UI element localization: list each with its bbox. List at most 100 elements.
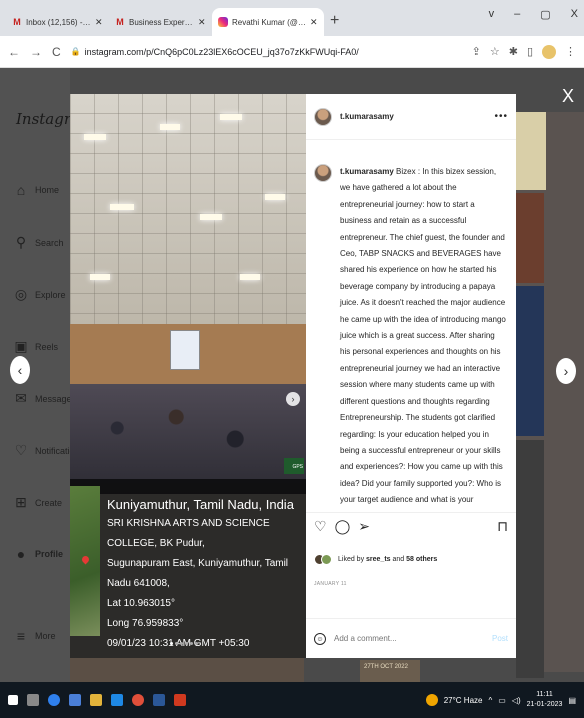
caption-username[interactable]: t.kumarasamy bbox=[340, 167, 394, 176]
volume-icon[interactable]: ◁) bbox=[512, 696, 521, 705]
close-modal-button[interactable]: X bbox=[562, 86, 574, 107]
heart-icon: ♡ bbox=[14, 442, 28, 458]
previous-post-button[interactable]: ‹ bbox=[10, 356, 30, 384]
back-arrow-icon[interactable]: ← bbox=[8, 45, 20, 59]
bookmark-star-icon[interactable]: ☆ bbox=[490, 45, 500, 58]
comment-input[interactable] bbox=[334, 634, 484, 643]
photo-ceiling-light bbox=[265, 194, 285, 200]
post-detail-panel: t.kumarasamy ••• t.kumarasamy Bizex : In… bbox=[306, 94, 516, 658]
store-icon[interactable] bbox=[111, 694, 123, 706]
file-explorer-icon[interactable] bbox=[90, 694, 102, 706]
reels-icon: ▣ bbox=[14, 338, 28, 354]
chrome-browser-icon[interactable] bbox=[132, 694, 144, 706]
browser-tab-instagram[interactable]: Revathi Kumar (@t.kumarasamy) ✕ bbox=[212, 8, 324, 36]
tab-close-icon[interactable]: ✕ bbox=[310, 17, 318, 28]
word-icon[interactable] bbox=[153, 694, 165, 706]
sidebar-item-messages[interactable]: ✉ Messages bbox=[14, 390, 76, 407]
sidebar-item-search[interactable]: ⚲ Search bbox=[14, 234, 64, 251]
sidebar-item-explore[interactable]: ◎ Explore bbox=[14, 286, 66, 303]
taskbar-apps bbox=[8, 694, 186, 706]
maximize-button[interactable]: ▢ bbox=[540, 8, 550, 21]
avatar-icon: ● bbox=[16, 546, 26, 562]
next-post-button[interactable]: › bbox=[556, 358, 576, 384]
photo-audience bbox=[70, 384, 306, 494]
likes-prefix: Liked by bbox=[338, 556, 367, 563]
new-tab-button[interactable]: + bbox=[330, 12, 339, 30]
window-controls: v – ▢ X bbox=[489, 8, 578, 21]
windows-start-icon[interactable] bbox=[8, 695, 18, 705]
weather-icon[interactable] bbox=[425, 694, 438, 706]
pdf-reader-icon[interactable] bbox=[174, 694, 186, 706]
forward-arrow-icon[interactable]: → bbox=[30, 45, 42, 59]
more-options-icon[interactable]: ••• bbox=[494, 111, 508, 122]
reload-icon[interactable]: C bbox=[52, 45, 61, 59]
emoji-icon[interactable]: ☺ bbox=[314, 632, 326, 645]
messenger-icon: ✉ bbox=[15, 390, 27, 406]
weather-text[interactable]: 27°C Haze bbox=[444, 696, 483, 705]
home-icon: ⌂ bbox=[16, 182, 26, 198]
tab-label: Inbox (12,156) - kumarasamyt@ bbox=[26, 17, 91, 27]
share-send-icon[interactable]: ➢ bbox=[358, 518, 370, 535]
browser-tab-business-talk[interactable]: M Business Experience Talk Series I ✕ bbox=[109, 8, 212, 36]
extensions-icon[interactable]: ✱ bbox=[509, 45, 518, 58]
browser-tab-inbox[interactable]: M Inbox (12,156) - kumarasamyt@ ✕ bbox=[6, 8, 109, 36]
close-window-button[interactable]: X bbox=[571, 8, 578, 21]
profile-avatar-icon[interactable] bbox=[542, 44, 556, 59]
tab-close-icon[interactable]: ✕ bbox=[198, 17, 206, 28]
photo-ceiling-light bbox=[160, 124, 180, 130]
hamburger-icon: ≡ bbox=[16, 628, 26, 644]
plus-square-icon: ⊞ bbox=[15, 494, 27, 510]
likes-text: Liked by sree_ts and 58 others bbox=[338, 556, 437, 563]
sidebar-item-profile[interactable]: ● Profile bbox=[14, 546, 63, 562]
sidebar-item-label: Profile bbox=[35, 549, 64, 559]
sidebar-item-more[interactable]: ≡ More bbox=[14, 628, 56, 644]
app-icon[interactable] bbox=[69, 694, 81, 706]
save-bookmark-icon[interactable]: ⊓ bbox=[497, 518, 508, 535]
caption-text: Bizex : In this bizex session, we have g… bbox=[340, 167, 506, 505]
edge-browser-icon[interactable] bbox=[48, 694, 60, 706]
network-icon[interactable]: ▭ bbox=[498, 696, 506, 705]
gps-map-camera-badge: GPS bbox=[284, 458, 304, 474]
tray-chevron-icon[interactable]: ^ bbox=[488, 696, 492, 705]
liked-by-user[interactable]: sree_ts bbox=[366, 556, 391, 563]
caption-author-avatar[interactable] bbox=[314, 164, 332, 182]
sidebar-item-label: Explore bbox=[35, 289, 66, 300]
tab-search-button[interactable]: v bbox=[489, 8, 495, 21]
author-username[interactable]: t.kumarasamy bbox=[340, 112, 486, 121]
carousel-dot bbox=[185, 642, 188, 645]
background-post-thumbnail bbox=[516, 286, 544, 436]
post-photo[interactable]: › GPS Kuniyamuthur, Tamil Nadu, India SR… bbox=[70, 94, 306, 658]
post-caption: t.kumarasamy Bizex : In this bizex sessi… bbox=[340, 164, 506, 505]
likes-count[interactable]: 58 others bbox=[406, 556, 437, 563]
browser-tab-bar: M Inbox (12,156) - kumarasamyt@ ✕ M Busi… bbox=[0, 0, 584, 36]
background-post-thumbnail bbox=[516, 440, 544, 678]
like-heart-icon[interactable]: ♡ bbox=[314, 518, 327, 535]
sidebar-item-label: Reels bbox=[35, 341, 59, 352]
sidebar-item-reels[interactable]: ▣ Reels bbox=[14, 338, 58, 355]
share-icon[interactable]: ⇪ bbox=[472, 45, 481, 58]
instagram-icon bbox=[218, 17, 228, 27]
notification-center-icon[interactable]: ▤ bbox=[568, 696, 576, 705]
post-comment-button[interactable]: Post bbox=[492, 634, 508, 643]
system-clock[interactable]: 11:11 21-01-2023 bbox=[527, 690, 563, 710]
gps-overlay-text: Kuniyamuthur, Tamil Nadu, India SRI KRIS… bbox=[107, 496, 306, 654]
task-view-icon[interactable] bbox=[27, 694, 39, 706]
instagram-page: Instagram ⌂ Home ⚲ Search ◎ Explore ▣ Re… bbox=[0, 68, 584, 682]
likes-summary: Liked by sree_ts and 58 others bbox=[314, 554, 437, 565]
sidebar-item-home[interactable]: ⌂ Home bbox=[14, 182, 59, 198]
tab-close-icon[interactable]: ✕ bbox=[95, 17, 103, 28]
sidepanel-icon[interactable]: ▯ bbox=[527, 45, 533, 58]
photo-ceiling-grid bbox=[70, 94, 306, 324]
comment-box: ☺ Post bbox=[306, 618, 516, 658]
browser-menu-icon[interactable]: ⋮ bbox=[565, 45, 576, 58]
sidebar-item-create[interactable]: ⊞ Create bbox=[14, 494, 62, 511]
carousel-dots bbox=[170, 642, 198, 645]
minimize-button[interactable]: – bbox=[514, 8, 520, 21]
tab-label: Revathi Kumar (@t.kumarasamy) bbox=[232, 17, 306, 27]
carousel-dot bbox=[195, 642, 198, 645]
photo-next-button[interactable]: › bbox=[286, 392, 300, 406]
comment-icon[interactable]: ◯ bbox=[335, 518, 351, 535]
url-field[interactable]: 🔒 instagram.com/p/CnQ6pC0Lz23lEX6cOCEU_j… bbox=[71, 47, 462, 57]
author-avatar[interactable] bbox=[314, 107, 332, 126]
caption-area: t.kumarasamy Bizex : In this bizex sessi… bbox=[306, 150, 516, 505]
